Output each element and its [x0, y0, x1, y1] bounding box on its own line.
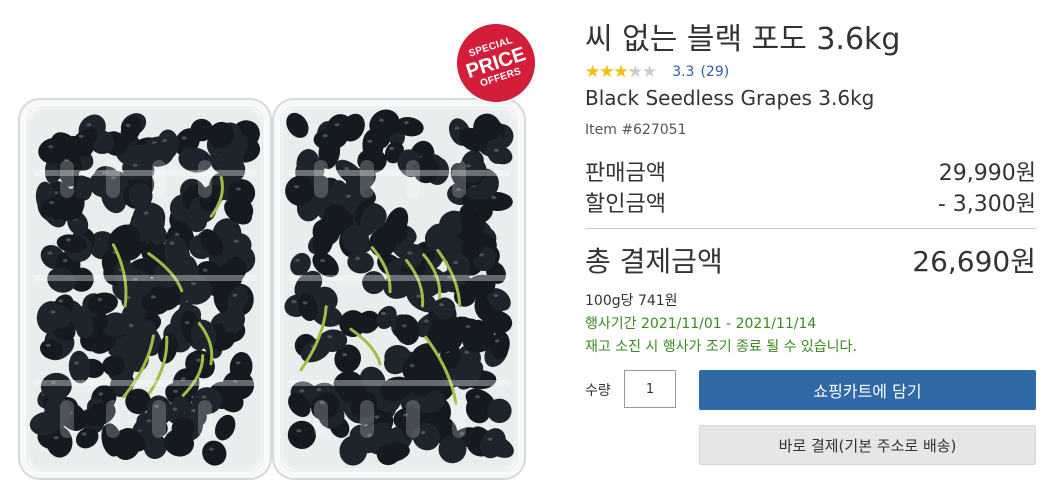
sale-price-row: 판매금액 29,990원: [585, 155, 1036, 187]
buy-now-button[interactable]: 바로 결제(기본 주소로 배송): [699, 425, 1036, 465]
discount-label: 할인금액: [585, 192, 666, 217]
quantity-input[interactable]: [624, 370, 676, 408]
rating-value[interactable]: 3.3: [672, 64, 694, 80]
product-english-name: Black Seedless Grapes 3.6kg: [585, 86, 875, 110]
divider: [585, 228, 1036, 229]
total-price-value: 26,690원: [912, 245, 1036, 278]
star-rating-icon: ★★★★★ ★★★★★: [585, 61, 657, 82]
review-count-link[interactable]: (29): [700, 64, 729, 80]
event-period: 행사기간 2021/11/01 - 2021/11/14: [585, 316, 817, 332]
grapes-illustration: [278, 104, 520, 474]
grape-package-right: [272, 98, 526, 480]
rating-row[interactable]: ★★★★★ ★★★★★ 3.3 (29): [585, 62, 729, 82]
sale-price-value: 29,990원: [938, 161, 1036, 186]
sale-price-label: 판매금액: [585, 161, 666, 186]
item-number: Item #627051: [585, 122, 687, 138]
product-image[interactable]: SPECIAL PRICE OFFERS: [0, 0, 560, 483]
product-title: 씨 없는 블랙 포도 3.6kg: [585, 22, 901, 57]
add-to-cart-button[interactable]: 쇼핑카트에 담기: [699, 370, 1036, 410]
grapes-illustration: [24, 104, 266, 474]
event-note: 재고 소진 시 행사가 조기 종료 될 수 있습니다.: [585, 339, 857, 355]
grape-package-left: [18, 98, 272, 480]
product-page: SPECIAL PRICE OFFERS 씨 없는 블랙 포도 3.6kg ★★…: [0, 0, 1049, 483]
quantity-label: 수량: [585, 383, 611, 399]
discount-value: - 3,300원: [937, 192, 1036, 217]
discount-row: 할인금액 - 3,300원: [585, 186, 1036, 218]
total-price-label: 총 결제금액: [585, 245, 723, 278]
unit-price: 100g당 741원: [585, 293, 678, 309]
total-price-row: 총 결제금액 26,690원: [585, 240, 1036, 280]
